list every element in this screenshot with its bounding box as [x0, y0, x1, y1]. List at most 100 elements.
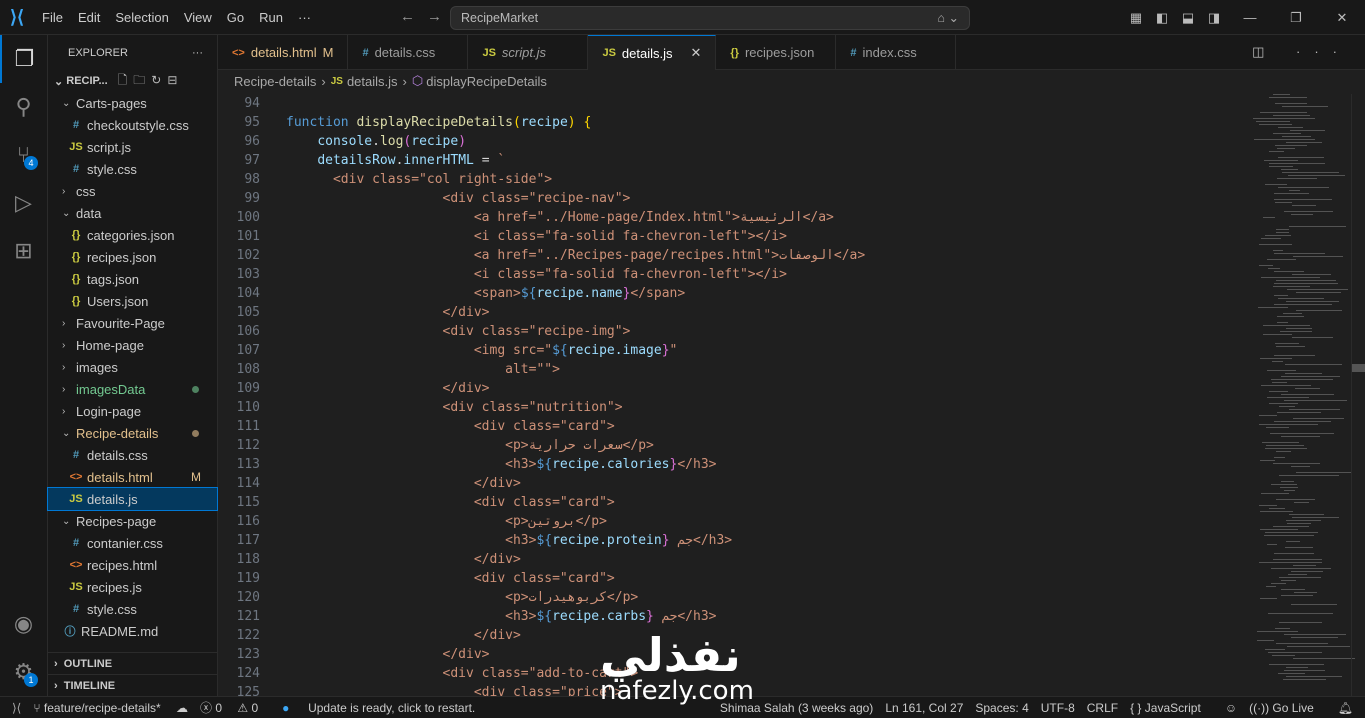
update-notice[interactable]: ● Update is ready, click to restart.: [282, 701, 487, 715]
notifications-bell-icon[interactable]: 🔔︎: [1338, 701, 1353, 715]
line-ending[interactable]: CRLF: [1087, 701, 1118, 715]
menu-item[interactable]: Edit: [78, 10, 100, 25]
settings-gear-icon[interactable]: ⚙ 1: [0, 648, 47, 696]
tab-script-js[interactable]: JS script.js: [468, 35, 589, 70]
toggle-secondary-sidebar-icon[interactable]: ◨: [1201, 10, 1227, 26]
folder-item[interactable]: › images: [48, 356, 217, 378]
minimap-line: [1280, 394, 1335, 395]
folder-item[interactable]: › css: [48, 180, 217, 202]
folder-item[interactable]: › Favourite-Page: [48, 312, 217, 334]
menu-item[interactable]: Run: [259, 10, 283, 25]
minimap-line: [1280, 481, 1295, 482]
run-debug-icon[interactable]: ▷: [0, 179, 47, 227]
file-item[interactable]: {} tags.json: [48, 268, 217, 290]
file-item[interactable]: JS script.js: [48, 136, 217, 158]
timeline-section[interactable]: › TIMELINE: [48, 674, 217, 696]
menu-item[interactable]: File: [42, 10, 63, 25]
code-token: ${: [552, 343, 568, 358]
back-icon[interactable]: ←: [400, 8, 415, 25]
split-editor-icon[interactable]: ◫ ···: [1252, 44, 1351, 60]
encoding[interactable]: UTF-8: [1041, 701, 1075, 715]
language-mode[interactable]: { } JavaScript: [1130, 701, 1213, 715]
file-item[interactable]: # style.css: [48, 158, 217, 180]
menu-item[interactable]: View: [184, 10, 212, 25]
file-item[interactable]: <> recipes.html: [48, 554, 217, 576]
explorer-more-button[interactable]: ···: [192, 47, 203, 59]
minimap-line: [1277, 127, 1304, 128]
folder-item[interactable]: ⌄ Recipe-details: [48, 422, 217, 444]
folder-item[interactable]: ⌄ Carts-pages: [48, 92, 217, 114]
outline-section[interactable]: › OUTLINE: [48, 652, 217, 674]
file-item[interactable]: # details.css: [48, 444, 217, 466]
git-blame[interactable]: Shimaa Salah (3 weeks ago): [720, 701, 873, 715]
breadcrumb-file[interactable]: details.js: [347, 74, 398, 89]
layout-icon[interactable]: ▦: [1123, 10, 1149, 26]
file-item[interactable]: {} Users.json: [48, 290, 217, 312]
minimap-line: [1284, 490, 1296, 491]
workspace-root[interactable]: ⌄ RECIP... 🗋🗀↻⊟: [48, 70, 217, 92]
copilot-status-icon[interactable]: ☺: [1225, 701, 1237, 715]
menu-item[interactable]: Selection: [115, 10, 168, 25]
minimap-line: [1257, 631, 1299, 632]
file-item[interactable]: ⓘ README.md: [48, 620, 217, 642]
code-line: 97 detailsRow.innerHTML = `: [218, 151, 1240, 170]
menu-item[interactable]: ···: [298, 10, 311, 25]
folder-item[interactable]: ⌄ Recipes-page: [48, 510, 217, 532]
minimap-line: [1259, 265, 1274, 266]
tab-details-css[interactable]: # details.css: [348, 35, 469, 70]
minimap-line: [1275, 229, 1289, 230]
remote-icon[interactable]: ⟩⟨: [12, 701, 21, 715]
file-item[interactable]: # checkoutstyle.css: [48, 114, 217, 136]
folder-item[interactable]: › imagesData: [48, 378, 217, 400]
extensions-icon[interactable]: ⊞: [0, 227, 47, 275]
explorer-icon[interactable]: ❐: [0, 35, 47, 83]
workspace-name: RecipeMarket: [461, 11, 539, 25]
toggle-panel-icon[interactable]: ⬓: [1175, 10, 1201, 26]
tab-recipes-json[interactable]: {} recipes.json: [716, 35, 837, 70]
copilot-icon[interactable]: ⌂ ⌄: [938, 10, 960, 25]
close-tab-icon[interactable]: ✕: [691, 45, 702, 61]
close-button[interactable]: ✕: [1319, 10, 1365, 26]
tab-index-css[interactable]: # index.css: [836, 35, 957, 70]
breadcrumb-symbol[interactable]: displayRecipeDetails: [426, 74, 547, 89]
file-item[interactable]: <> details.html M: [48, 466, 217, 488]
forward-icon[interactable]: →: [427, 8, 442, 25]
minimap-line: [1259, 244, 1292, 245]
file-item[interactable]: {} recipes.json: [48, 246, 217, 268]
vertical-scrollbar[interactable]: [1351, 94, 1365, 696]
minimap-line: [1275, 451, 1291, 452]
account-icon[interactable]: ◉: [0, 600, 47, 648]
breadcrumb-folder[interactable]: Recipe-details: [234, 74, 316, 89]
minimap-line: [1268, 97, 1307, 98]
search-icon[interactable]: ⚲: [0, 83, 47, 131]
toggle-sidebar-icon[interactable]: ◧: [1149, 10, 1175, 26]
line-number: 110: [236, 400, 260, 415]
problems-item[interactable]: ⓧ 0 ⚠ 0: [200, 699, 270, 716]
go-live-button[interactable]: ((·)) Go Live: [1249, 701, 1326, 715]
file-item[interactable]: {} categories.json: [48, 224, 217, 246]
file-item[interactable]: # contanier.css: [48, 532, 217, 554]
file-item[interactable]: JS recipes.js: [48, 576, 217, 598]
file-item[interactable]: # style.css: [48, 598, 217, 620]
file-item[interactable]: JS details.js: [47, 487, 218, 511]
folder-item[interactable]: ⌄ data: [48, 202, 217, 224]
cursor-position[interactable]: Ln 161, Col 27: [885, 701, 963, 715]
minimap-line: [1271, 361, 1284, 362]
minimap[interactable]: [1241, 94, 1356, 696]
menu-item[interactable]: Go: [227, 10, 244, 25]
minimize-button[interactable]: —: [1227, 10, 1273, 25]
branch-item[interactable]: ⑂ feature/recipe-details* ☁: [33, 701, 188, 715]
source-control-icon[interactable]: ⑂ 4: [0, 131, 47, 179]
tab-details-js[interactable]: JS details.js ✕: [588, 35, 717, 70]
tab-details-html[interactable]: <> details.html M: [218, 35, 349, 70]
minimap-line: [1259, 505, 1278, 506]
folder-item[interactable]: › Login-page: [48, 400, 217, 422]
json-file-icon: {}: [71, 295, 81, 307]
folder-item[interactable]: › Home-page: [48, 334, 217, 356]
command-center-search[interactable]: RecipeMarket ⌂ ⌄: [450, 6, 970, 30]
code-token: <img src=": [286, 343, 553, 358]
indentation[interactable]: Spaces: 4: [975, 701, 1028, 715]
maximize-button[interactable]: ❐: [1273, 10, 1319, 26]
code-editor[interactable]: 94 95 function displayRecipeDetails(recipe…: [218, 94, 1240, 696]
explorer-tools[interactable]: 🗋🗀↻⊟: [118, 71, 184, 92]
